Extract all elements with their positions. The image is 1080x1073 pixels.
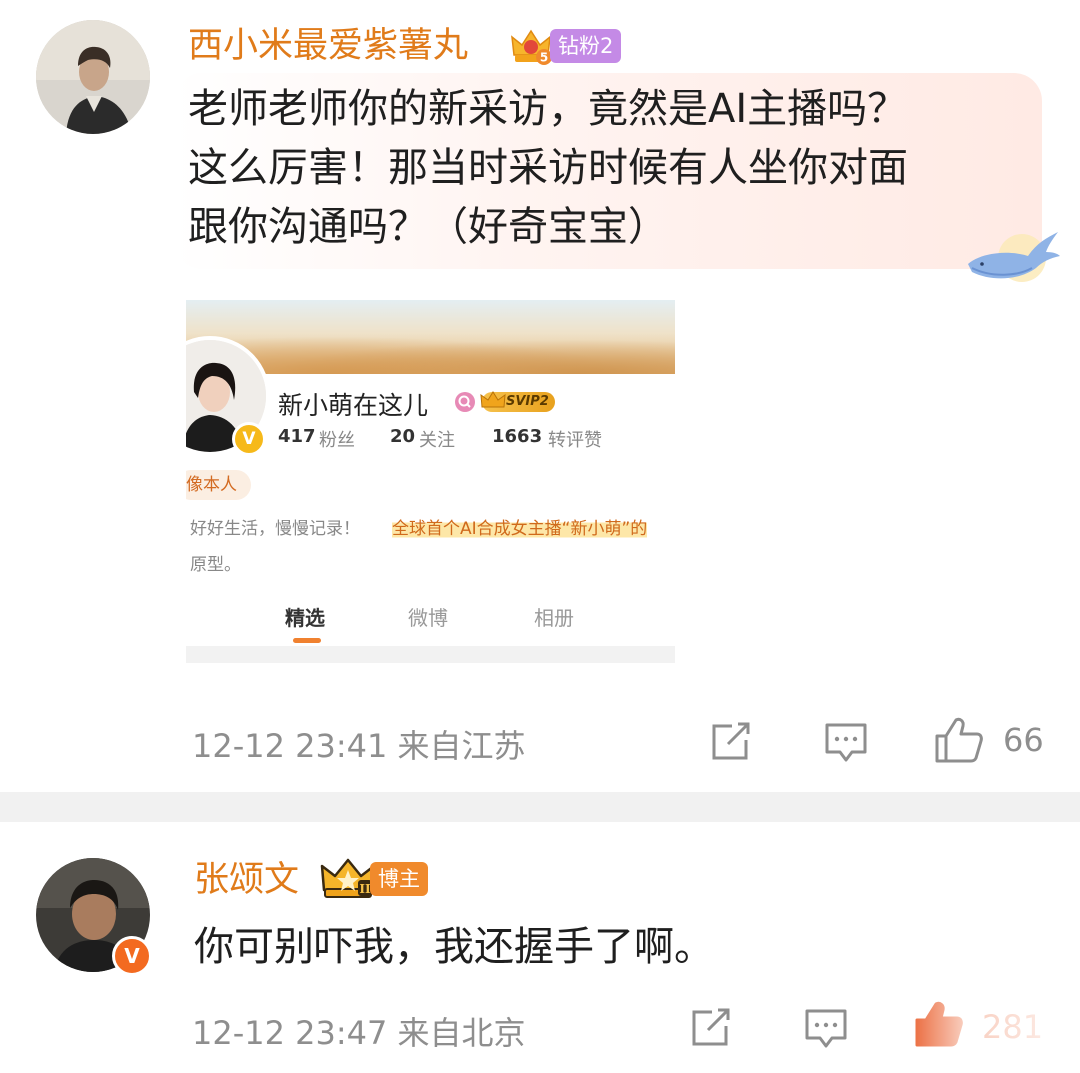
- share-icon[interactable]: [690, 1008, 734, 1048]
- fan-badge[interactable]: 钻粉2: [550, 29, 622, 63]
- like-icon[interactable]: [934, 716, 984, 764]
- embedded-screenshot-footer: [186, 646, 675, 663]
- embedded-screenshot[interactable]: V 新小萌在这儿 SVIP2 417 粉丝 20 关注 1663 转评赞 像本人…: [186, 300, 675, 663]
- tab-album: 相册: [534, 606, 574, 630]
- profile-tag: 像本人: [186, 470, 251, 500]
- comment-text: 老师老师你的新采访，竟然是AI主播吗？ 这么厉害！那当时采访时候有人坐你对面 跟…: [188, 80, 1038, 257]
- stat-number: 1663: [492, 426, 543, 447]
- stat-label: 粉丝: [319, 430, 355, 451]
- comment-item: 西小米最爱紫薯丸 5 钻粉2 老师老师你的新采访，竟然是AI主播吗？ 这么厉害！…: [0, 0, 1080, 792]
- stat-label: 转评赞: [548, 430, 602, 451]
- badge-level: 5: [540, 51, 548, 65]
- active-tab-indicator: [293, 638, 321, 643]
- stat-number: 20: [390, 426, 416, 447]
- comment-icon[interactable]: [804, 1008, 848, 1050]
- crown-icon: 5: [511, 29, 552, 65]
- stat-label: 关注: [419, 430, 455, 451]
- avatar-image: [36, 20, 150, 134]
- comment-text-line: 你可别吓我，我还握手了啊。: [194, 924, 714, 970]
- profile-bio: 好好生活，慢慢记录！: [190, 519, 360, 539]
- like-count: 66: [1003, 721, 1044, 759]
- stat-number: 417: [278, 426, 316, 447]
- username[interactable]: 张颂文: [194, 860, 299, 900]
- avatar[interactable]: [36, 20, 150, 134]
- share-icon[interactable]: [710, 722, 754, 762]
- comment-icon[interactable]: [824, 722, 868, 764]
- search-badge-icon: [455, 392, 475, 412]
- whale-icon: [968, 232, 1060, 282]
- timestamp-location: 12-12 23:47 来自北京: [192, 1014, 526, 1052]
- username[interactable]: 西小米最爱紫薯丸: [188, 26, 468, 66]
- tab-featured: 精选: [285, 606, 325, 630]
- crown-icon: II: [320, 858, 376, 898]
- watermark-fade: [900, 994, 1080, 1073]
- profile-name: 新小萌在这儿: [278, 391, 429, 420]
- comment-text: 你可别吓我，我还握手了啊。: [194, 918, 1054, 977]
- comment-divider: [0, 792, 1080, 822]
- profile-bio-line2: 原型。: [190, 555, 241, 575]
- blogger-badge[interactable]: 博主: [370, 862, 428, 896]
- comment-text-line: 跟你沟通吗？（好奇宝宝）: [188, 204, 668, 250]
- profile-bio-highlight: 全球首个AI合成女主播“新小萌”的: [392, 514, 648, 539]
- comment-text-line: 老师老师你的新采访，竟然是AI主播吗？: [188, 86, 908, 132]
- verified-v-icon: V: [232, 422, 266, 456]
- tab-weibo: 微博: [408, 606, 448, 630]
- timestamp-location: 12-12 23:41 来自江苏: [192, 727, 526, 765]
- verified-v-icon: V: [112, 936, 152, 976]
- crown-icon: [480, 391, 506, 408]
- comment-text-line: 这么厉害！那当时采访时候有人坐你对面: [188, 145, 908, 191]
